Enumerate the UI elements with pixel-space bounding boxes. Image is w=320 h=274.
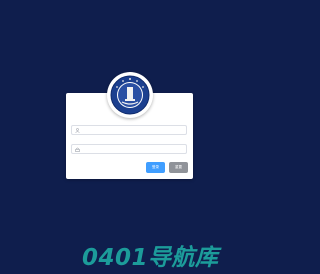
login-button[interactable]: 登录 <box>146 162 165 173</box>
lock-icon <box>75 147 80 152</box>
reset-button[interactable]: 重置 <box>169 162 188 173</box>
school-emblem-icon <box>107 72 153 118</box>
site-watermark: 0401导航库 <box>82 245 219 271</box>
password-field[interactable] <box>71 144 187 154</box>
user-icon <box>75 128 80 133</box>
username-field[interactable] <box>71 125 187 135</box>
